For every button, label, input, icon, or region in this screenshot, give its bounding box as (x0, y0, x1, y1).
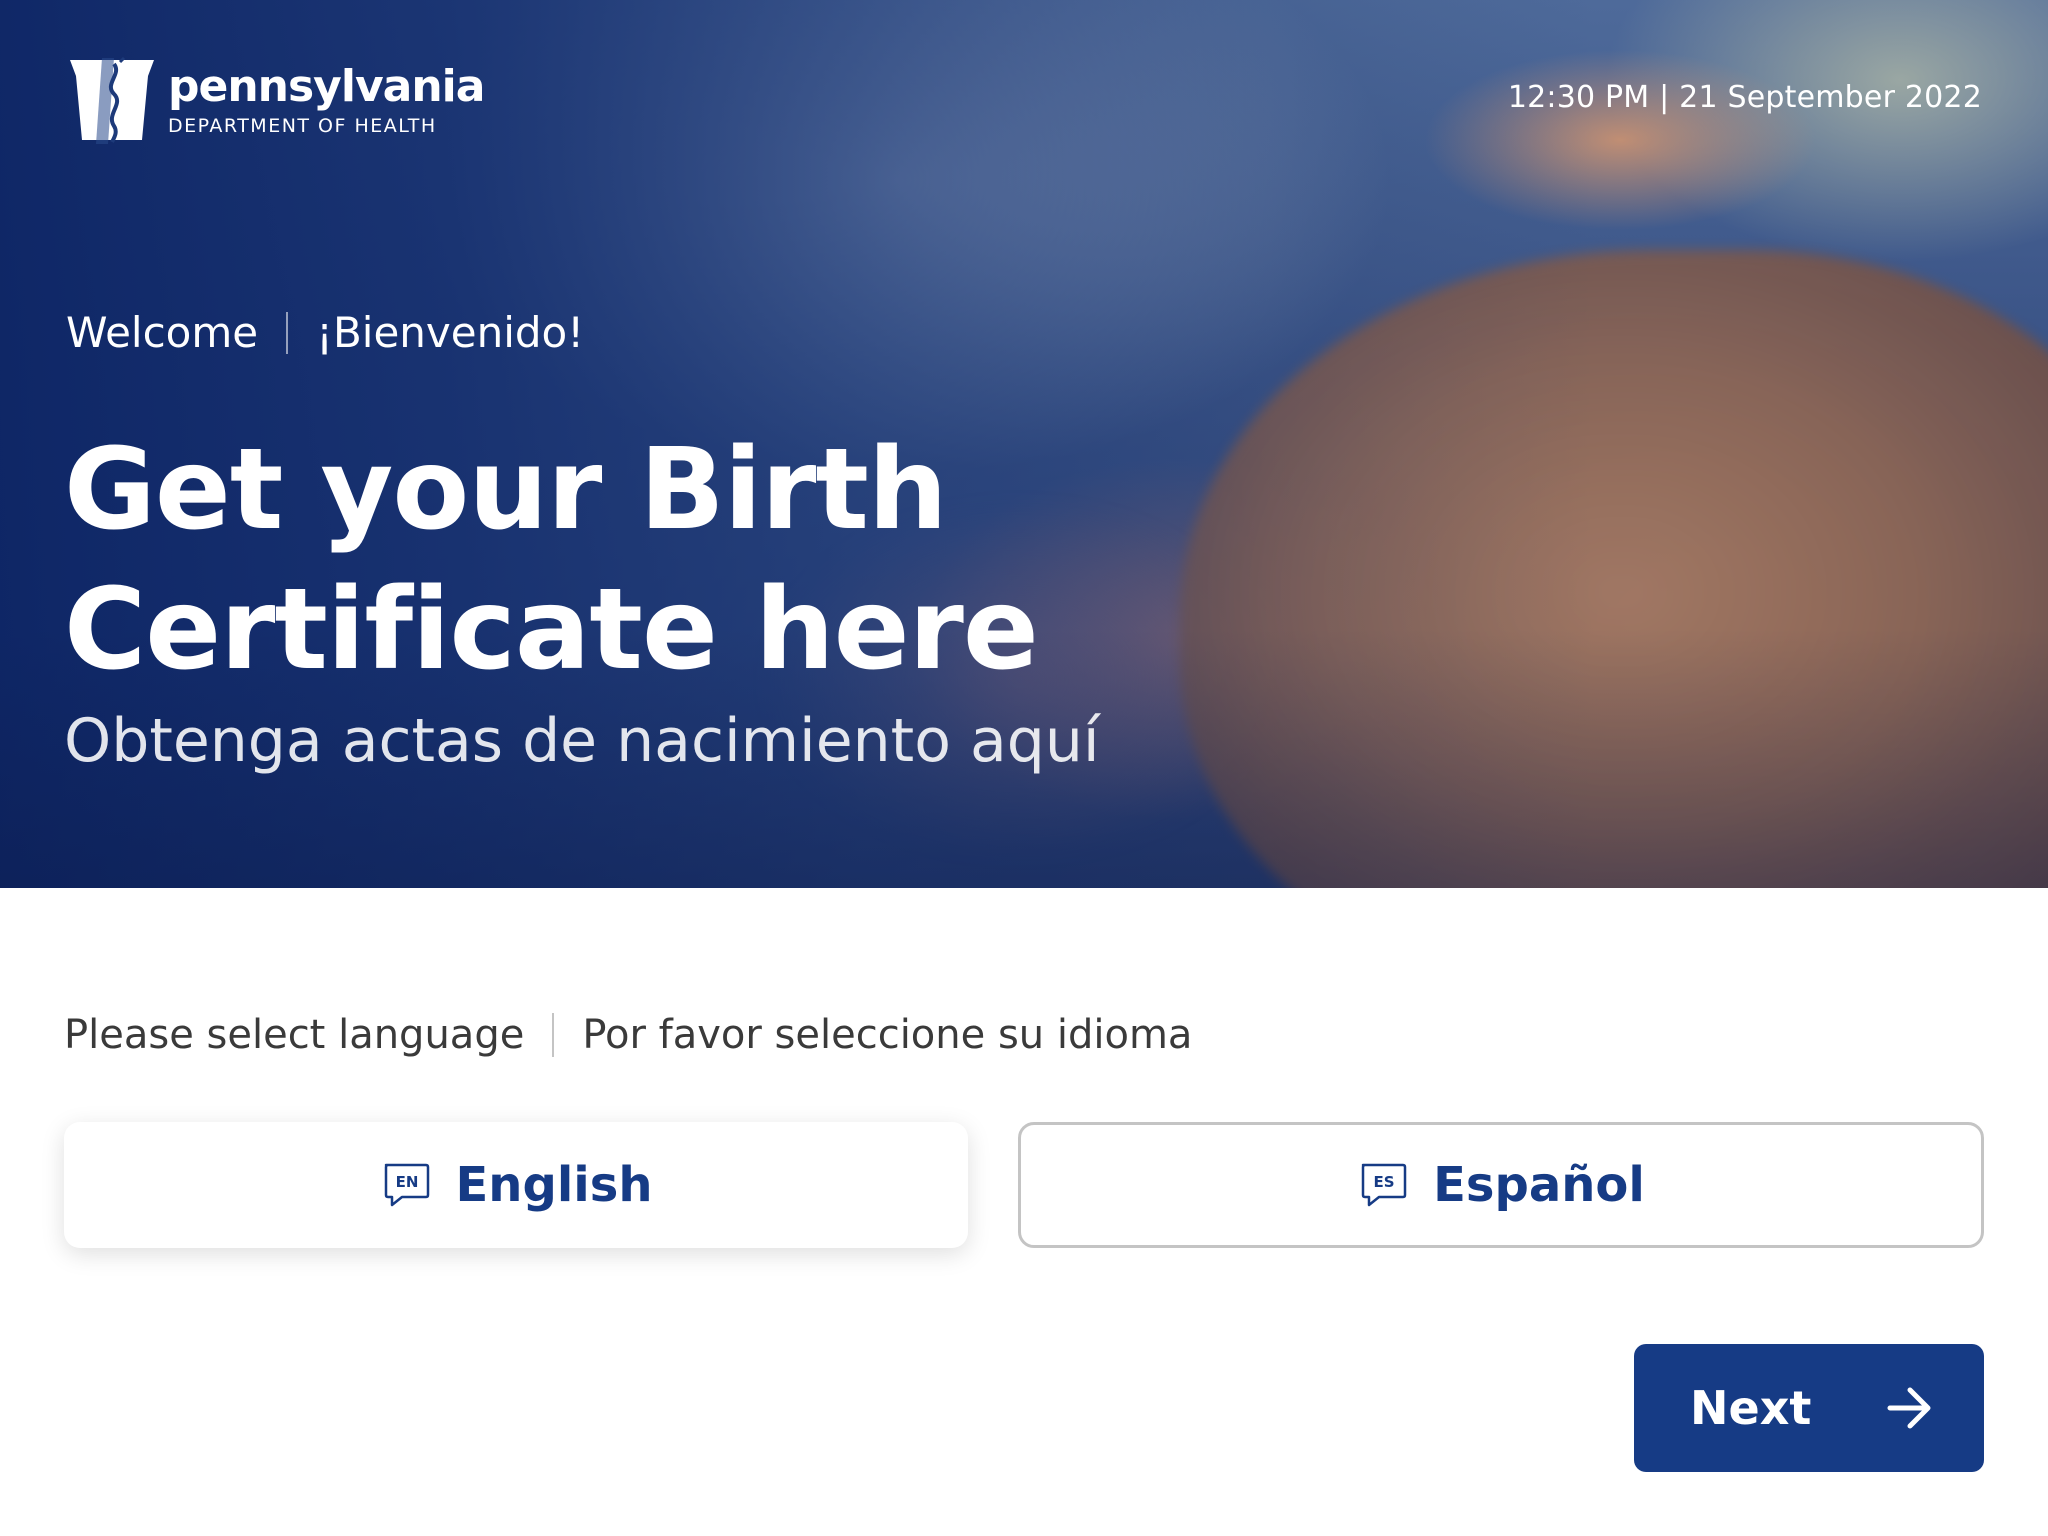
page-subtitle: Obtenga actas de nacimiento aquí (64, 706, 1100, 776)
speech-bubble-icon: EN (384, 1163, 429, 1207)
speech-bubble-icon: ES (1361, 1163, 1407, 1207)
keystone-logo-icon (70, 56, 154, 144)
page-title: Get your Birth Certificate here (64, 425, 1039, 695)
english-label: English (455, 1157, 653, 1213)
pa-health-logo: pennsylvania DEPARTMENT OF HEALTH (64, 54, 485, 146)
logo-subtitle: DEPARTMENT OF HEALTH (168, 114, 437, 137)
language-prompt-divider (552, 1013, 555, 1057)
next-label: Next (1690, 1381, 1812, 1435)
date-time: 12:30 PM | 21 September 2022 (1507, 80, 1982, 115)
welcome-es: ¡Bienvenido! (316, 308, 585, 357)
welcome-line: Welcome ¡Bienvenido! (66, 308, 584, 357)
language-prompt: Please select language Por favor selecci… (64, 1012, 1192, 1058)
language-prompt-es: Por favor seleccione su idioma (582, 1012, 1193, 1058)
spanish-language-button[interactable]: ES Español (1018, 1122, 1984, 1248)
english-icon-code: EN (395, 1173, 418, 1191)
logo-name: pennsylvania (168, 60, 485, 112)
next-button[interactable]: Next (1634, 1344, 1984, 1472)
spanish-label: Español (1433, 1157, 1645, 1213)
hero-banner: pennsylvania DEPARTMENT OF HEALTH 12:30 … (0, 0, 2048, 888)
spanish-icon-code: ES (1374, 1173, 1395, 1191)
birth-certificate-kiosk-page: pennsylvania DEPARTMENT OF HEALTH 12:30 … (0, 0, 2048, 1536)
english-language-button[interactable]: EN English (64, 1122, 968, 1248)
arrow-right-icon (1887, 1387, 1931, 1429)
welcome-en: Welcome (66, 308, 259, 357)
welcome-divider (286, 311, 289, 354)
language-prompt-en: Please select language (64, 1012, 525, 1058)
